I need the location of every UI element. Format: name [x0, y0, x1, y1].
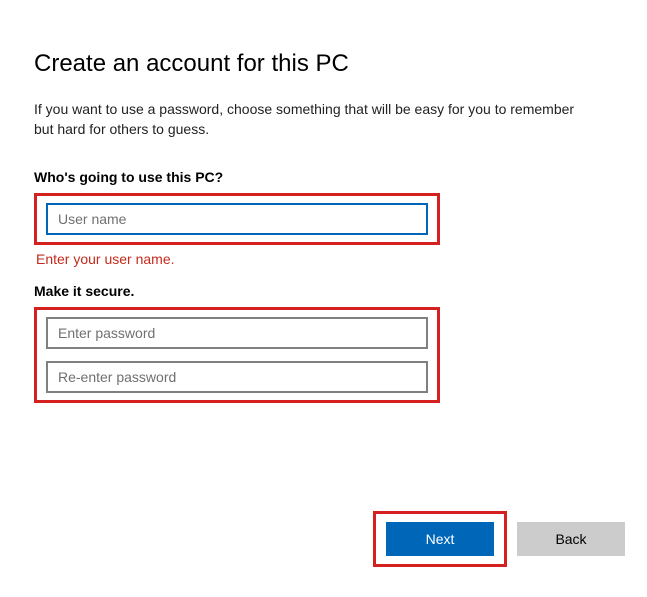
username-highlight — [34, 193, 440, 245]
username-label: Who's going to use this PC? — [34, 169, 613, 185]
password-highlight — [34, 307, 440, 403]
page-description: If you want to use a password, choose so… — [34, 100, 594, 139]
back-button[interactable]: Back — [517, 522, 625, 556]
create-account-pane: Create an account for this PC If you wan… — [0, 0, 647, 403]
password-label: Make it secure. — [34, 283, 613, 299]
username-error: Enter your user name. — [36, 251, 613, 267]
next-button[interactable]: Next — [386, 522, 494, 556]
next-highlight: Next — [373, 511, 507, 567]
password-input[interactable] — [46, 317, 428, 349]
button-row: Next Back — [373, 511, 625, 567]
page-title: Create an account for this PC — [34, 50, 613, 78]
confirm-password-input[interactable] — [46, 361, 428, 393]
username-input[interactable] — [46, 203, 428, 235]
